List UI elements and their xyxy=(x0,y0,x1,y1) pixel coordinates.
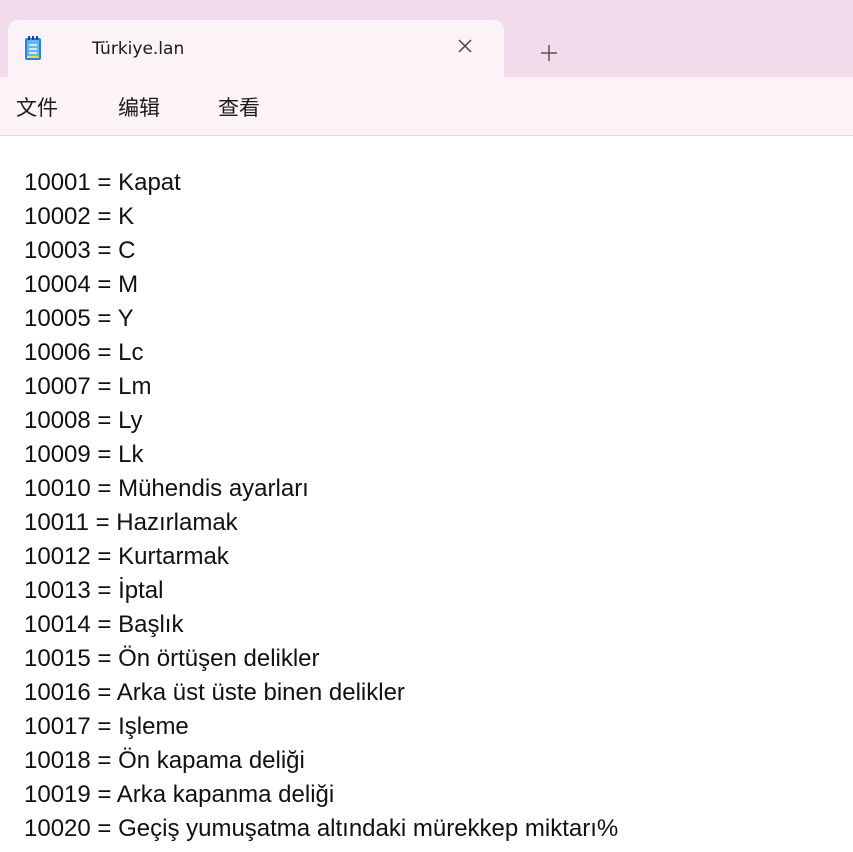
text-line: 10003 = C xyxy=(24,237,136,264)
new-tab-icon[interactable] xyxy=(537,41,561,65)
tab-title: Türkiye.lan xyxy=(92,39,185,59)
text-line: 10019 = Arka kapanma deliği xyxy=(24,781,335,808)
text-line: 10014 = Başlık xyxy=(24,611,184,638)
menu-view[interactable]: 查看 xyxy=(218,92,260,122)
text-line: 10009 = Lk xyxy=(24,441,144,468)
text-line: 10004 = M xyxy=(24,271,139,298)
text-line: 10005 = Y xyxy=(24,305,134,332)
menu-file[interactable]: 文件 xyxy=(16,92,58,122)
text-line: 10007 = Lm xyxy=(24,373,152,400)
text-line: 10018 = Ön kapama deliği xyxy=(24,747,305,774)
text-line: 10002 = K xyxy=(24,203,135,230)
tab-turkiye-lan[interactable]: Türkiye.lan xyxy=(8,20,504,77)
menu-bar: 文件 编辑 查看 xyxy=(0,77,853,136)
title-bar: Türkiye.lan xyxy=(0,0,853,77)
text-line: 10016 = Arka üst üste binen delikler xyxy=(24,679,405,706)
text-line: 10008 = Ly xyxy=(24,407,143,434)
text-line: 10020 = Geçiş yumuşatma altındaki mürekk… xyxy=(24,815,619,842)
menu-edit[interactable]: 编辑 xyxy=(118,92,160,122)
text-line: 10017 = Işleme xyxy=(24,713,189,740)
text-line: 10006 = Lc xyxy=(24,339,144,366)
notepad-icon xyxy=(25,36,41,60)
text-line: 10015 = Ön örtüşen delikler xyxy=(24,645,320,672)
text-editor[interactable]: 10001 = Kapat 10002 = K 10003 = C 10004 … xyxy=(0,136,853,852)
close-tab-icon[interactable] xyxy=(454,35,476,57)
text-line: 10001 = Kapat xyxy=(24,169,181,196)
text-line: 10010 = Mühendis ayarları xyxy=(24,475,309,502)
text-line: 10012 = Kurtarmak xyxy=(24,543,229,570)
text-line: 10011 = Hazırlamak xyxy=(24,509,238,536)
text-line: 10013 = İptal xyxy=(24,577,164,604)
